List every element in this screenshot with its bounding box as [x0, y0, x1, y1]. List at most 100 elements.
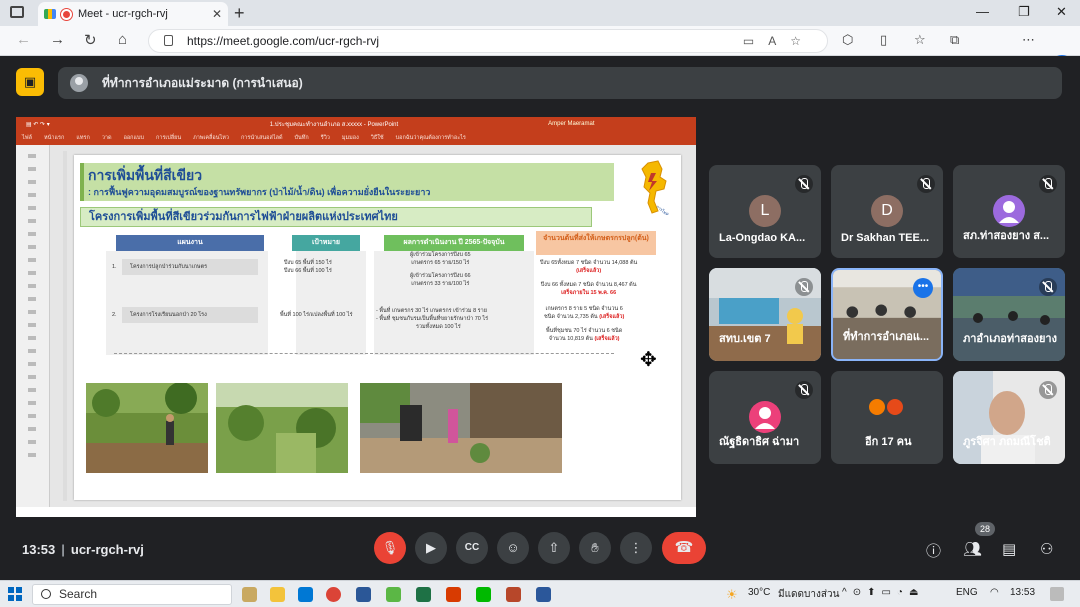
move-cursor-icon: ✥: [640, 349, 657, 371]
home-icon[interactable]: ⌂: [118, 31, 127, 48]
ribbon-item: บอกฉันว่าคุณต้องการทำอะไร: [395, 135, 466, 141]
more-options-icon[interactable]: •••: [913, 278, 933, 298]
edge-icon[interactable]: [298, 587, 313, 602]
row2-result: - พื้นที่ เกษตรกร 30 ไร่ เกษตรกร เข้าร่ว…: [376, 308, 489, 330]
notification-icon[interactable]: [1050, 587, 1064, 601]
slide-project-title: โครงการเพิ่มพื้นที่สีเขียวร่วมกันการไฟฟ้…: [80, 207, 592, 227]
forward-icon[interactable]: →: [50, 31, 65, 48]
taskbar-app-icon[interactable]: [386, 587, 401, 602]
ribbon-item: การนำเสนอสไลด์: [240, 135, 283, 141]
header-plan: แผนงาน: [116, 235, 264, 251]
reload-icon[interactable]: ↻: [84, 31, 97, 49]
mic-off-icon: [917, 175, 935, 193]
header-target: เป้าหมาย: [292, 235, 360, 251]
meet-stage: ▣ ที่ทำการอำเภอแม่ระมาด (การนำเสนอ) ▤ ↶ …: [0, 56, 1080, 580]
new-tab-icon[interactable]: +: [234, 3, 245, 24]
chrome-icon[interactable]: [326, 587, 341, 602]
ppt-file-title: 1.ประชุมคณะทำงานอำเภอ ส.xxxxx - PowerPoi…: [269, 122, 399, 128]
person-icon: [999, 201, 1019, 223]
participant-tile-video[interactable]: ภูรจิศา ภถมณีโชติ: [953, 371, 1065, 464]
mic-off-button[interactable]: 🎙︎: [374, 532, 406, 564]
mic-off-icon: [1039, 381, 1057, 399]
presenting-icon[interactable]: ▣: [16, 68, 44, 96]
leave-call-button[interactable]: ☎︎: [662, 532, 706, 564]
activities-icon[interactable]: ⚇: [1040, 540, 1053, 558]
acrobat-icon[interactable]: [446, 587, 461, 602]
tab-close-icon[interactable]: ✕: [212, 7, 222, 21]
ribbon-item: ไฟล์: [22, 135, 33, 141]
participant-name: La-Ongdao KA...: [719, 232, 806, 244]
mic-off-icon: [795, 278, 813, 296]
tab-actions-icon[interactable]: [10, 6, 24, 18]
tab-meet[interactable]: Meet - ucr-rgch-rvj ✕: [38, 2, 228, 26]
present-screen-button[interactable]: ⇧: [538, 532, 570, 564]
powerpoint-icon[interactable]: [506, 587, 521, 602]
tab-bar: Meet - ucr-rgch-rvj ✕ + — ❐ ✕: [0, 0, 1080, 26]
ribbon-item: วาด: [101, 135, 112, 141]
taskbar-app-icon[interactable]: [416, 587, 431, 602]
presenter-name: ที่ทำการอำเภอแม่ระมาด (การนำเสนอ): [102, 75, 303, 90]
url-field[interactable]: https://meet.google.com/ucr-rgch-rvj ▭A☆: [148, 29, 828, 53]
ribbon-item: รีวิว: [320, 135, 330, 141]
participant-name: ณัฐธิดาธิศ ฉ่ามา: [719, 436, 800, 448]
zoom-icon[interactable]: [356, 587, 371, 602]
row1-result: ผู้เข้าร่วมโครงการปีงบ 65 เกษตรกร 65 ราย/…: [410, 252, 471, 287]
avatar: D: [871, 195, 903, 227]
url-actions-icon[interactable]: ▭A☆: [743, 30, 815, 52]
maximize-icon[interactable]: ❐: [1018, 4, 1030, 20]
word-icon[interactable]: [536, 587, 551, 602]
row1-number: 1.: [112, 264, 117, 270]
network-icon[interactable]: ◠: [990, 587, 999, 598]
minimize-icon[interactable]: —: [976, 4, 989, 19]
participant-tile[interactable]: L La-Ongdao KA...: [709, 165, 821, 258]
camera-button[interactable]: ▶︎: [415, 532, 447, 564]
weather-icon[interactable]: ☀: [726, 587, 738, 603]
avatar: [993, 195, 1025, 227]
meeting-details-icon[interactable]: ⓘ: [926, 540, 941, 561]
meeting-time: 13:53: [22, 542, 56, 557]
presenter-banner: ที่ทำการอำเภอแม่ระมาด (การนำเสนอ): [58, 67, 1062, 99]
row1-plan: โครงการปลูกป่าร่วมกับนาเกษตร: [122, 259, 258, 275]
ppt-quick-access-icon: ▤ ↶ ↷ ▾: [26, 121, 50, 128]
taskbar-app-icon[interactable]: [242, 587, 257, 602]
participant-tile[interactable]: สภ.ท่าสองยาง ส...: [953, 165, 1065, 258]
participant-name: ภูรจิศา ภถมณีโชติ: [963, 436, 1051, 448]
windows-start-icon[interactable]: [8, 587, 22, 601]
language-indicator[interactable]: ENG: [956, 587, 978, 598]
more-options-button[interactable]: ⋮: [620, 532, 652, 564]
row2-target: พื้นที่ 100 ไร่/แปลงพื้นที่ 100 ไร่: [280, 312, 353, 318]
extensions-icon[interactable]: ⬡: [842, 32, 853, 48]
participant-tile[interactable]: ณัฐธิดาธิศ ฉ่ามา: [709, 371, 821, 464]
meeting-code: ucr-rgch-rvj: [70, 542, 144, 557]
back-icon[interactable]: ←: [16, 31, 31, 48]
group-avatar-icon: [885, 397, 905, 417]
participant-tile[interactable]: D Dr Sakhan TEE...: [831, 165, 943, 258]
collections-icon[interactable]: ⧉: [950, 32, 959, 48]
participant-tile-video[interactable]: สทบ.เขต 7: [709, 268, 821, 361]
taskbar-clock[interactable]: 13:53: [1010, 587, 1035, 598]
ribbon-item: บันทึก: [294, 135, 309, 141]
line-icon[interactable]: [476, 587, 491, 602]
ribbon-item: การเปลี่ยน: [156, 135, 182, 141]
weather-desc: มีแดดบางส่วน: [778, 589, 840, 600]
split-screen-icon[interactable]: ▯: [880, 32, 887, 48]
people-icon[interactable]: 👥︎: [963, 540, 982, 558]
captions-button[interactable]: CC: [456, 532, 488, 564]
participant-tile-video[interactable]: ภาอำเภอท่าสองยาง: [953, 268, 1065, 361]
chat-icon[interactable]: ▤: [1002, 540, 1016, 558]
file-explorer-icon[interactable]: [270, 587, 285, 602]
emoji-button[interactable]: ☺: [497, 532, 529, 564]
raise-hand-button[interactable]: ✋︎: [579, 532, 611, 564]
close-window-icon[interactable]: ✕: [1056, 4, 1067, 20]
participant-tile-video-active[interactable]: ••• ที่ทำการอำเภอแ...: [831, 268, 943, 361]
favorites-icon[interactable]: ☆: [914, 32, 926, 48]
more-menu-icon[interactable]: ⋯: [1022, 32, 1035, 48]
row2-plan: โครงการโรงเรียนนอกป่า 20 โรง: [122, 307, 258, 323]
photo-distribution: [360, 383, 562, 473]
taskbar-search[interactable]: Search: [32, 584, 232, 605]
meet-control-bar: 13:53 | ucr-rgch-rvj 🎙︎ ▶︎ CC ☺ ⇧ ✋︎ ⋮ ☎︎ …: [0, 522, 1080, 580]
ppt-ribbon: ไฟล์ หน้าแรก แทรก วาด ออกแบบ การเปลี่ยน …: [16, 131, 696, 145]
avatar: [749, 401, 781, 433]
others-tile[interactable]: อีก 17 คน: [831, 371, 943, 464]
system-tray-icons[interactable]: ^⊙⬆▭◔⏏: [842, 587, 924, 598]
